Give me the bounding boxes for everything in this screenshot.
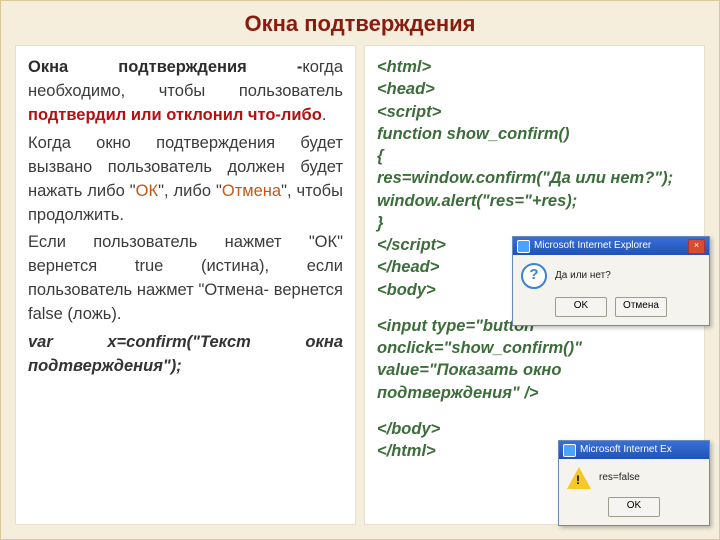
- p2-cancel: Отмена: [222, 182, 281, 200]
- paragraph-3: Если пользователь нажмет "ОК" вернется t…: [28, 231, 343, 327]
- slide-title: Окна подтверждения: [15, 11, 705, 37]
- code-line: {: [377, 145, 692, 167]
- dialog-body: res=false: [559, 459, 709, 493]
- dialog-titlebar: Microsoft Internet Ex: [559, 441, 709, 459]
- code-line: <html>: [377, 56, 692, 78]
- paragraph-1: Окна подтверждения -когда необходимо, чт…: [28, 56, 343, 128]
- code-line: <script>: [377, 101, 692, 123]
- dialog-buttons: OK: [559, 493, 709, 525]
- dialog-title: Microsoft Internet Ex: [580, 441, 672, 459]
- dialog-titlebar: Microsoft Internet Explorer ×: [513, 237, 709, 255]
- ok-button[interactable]: OK: [555, 297, 607, 317]
- p2b: ", либо ": [158, 182, 222, 200]
- code-line: window.alert("res="+res);: [377, 190, 692, 212]
- code-line: </body>: [377, 418, 692, 440]
- code-line: <input type="button" onclick="show_confi…: [377, 315, 692, 404]
- dialog-body: ? Да или нет?: [513, 255, 709, 293]
- cancel-button[interactable]: Отмена: [615, 297, 667, 317]
- code-line: }: [377, 212, 692, 234]
- p1-lead: Окна подтверждения -: [28, 58, 302, 76]
- close-icon[interactable]: ×: [688, 239, 705, 254]
- dialog-title: Microsoft Internet Explorer: [534, 237, 651, 255]
- ie-icon: [563, 444, 576, 457]
- dialog-confirm: Microsoft Internet Explorer × ? Да или н…: [512, 236, 710, 326]
- code-column: <html> <head> <script> function show_con…: [364, 45, 705, 525]
- syntax-line: var x=confirm("Текст окна подтверждения"…: [28, 331, 343, 379]
- p2-ok: ОК: [136, 182, 158, 200]
- warning-icon: [567, 467, 591, 489]
- code-blank: [377, 404, 692, 418]
- code-line: <head>: [377, 78, 692, 100]
- ok-button[interactable]: OK: [608, 497, 660, 517]
- p1-red: подтвердил или отклонил что-либо: [28, 106, 322, 124]
- description-column: Окна подтверждения -когда необходимо, чт…: [15, 45, 356, 525]
- slide: Окна подтверждения Окна подтверждения -к…: [0, 0, 720, 540]
- dialog-buttons: OK Отмена: [513, 293, 709, 325]
- p1-end: .: [322, 106, 327, 124]
- dialog-message: Да или нет?: [555, 269, 611, 283]
- dialog-alert: Microsoft Internet Ex res=false OK: [558, 440, 710, 526]
- code-line: function show_confirm(): [377, 123, 692, 145]
- question-icon: ?: [521, 263, 547, 289]
- code-line: res=window.confirm("Да или нет?");: [377, 167, 692, 189]
- dialog-message: res=false: [599, 471, 640, 485]
- paragraph-2: Когда окно подтверждения будет вызвано п…: [28, 132, 343, 228]
- ie-icon: [517, 240, 530, 253]
- columns: Окна подтверждения -когда необходимо, чт…: [15, 45, 705, 525]
